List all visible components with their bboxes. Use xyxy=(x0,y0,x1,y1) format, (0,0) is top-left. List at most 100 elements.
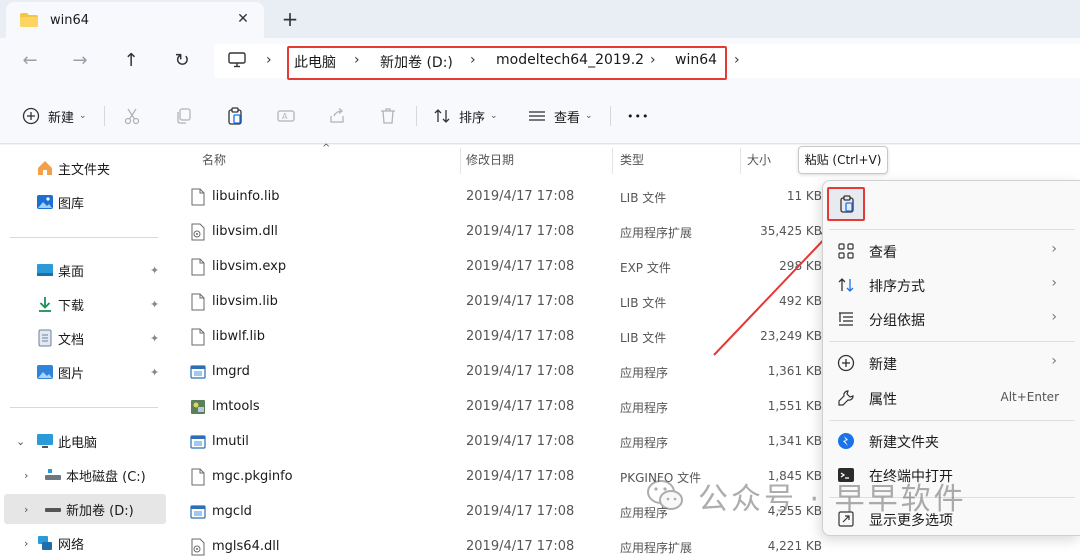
chevron-right-icon[interactable]: › xyxy=(24,469,28,482)
sidebar-item-label: 文档 xyxy=(58,332,85,348)
more-options-button[interactable]: ••• xyxy=(627,104,649,128)
sidebar-item-home[interactable]: 主文件夹 xyxy=(0,153,166,183)
menu-item-group-by[interactable]: 分组依据 › xyxy=(823,303,1080,335)
toolbar-divider xyxy=(610,106,611,126)
sort-ascending-icon: ^ xyxy=(322,143,331,154)
menu-item-properties[interactable]: 属性 Alt+Enter xyxy=(823,382,1080,414)
chevron-right-icon[interactable]: › xyxy=(24,503,28,516)
chevron-right-icon[interactable]: › xyxy=(24,537,28,550)
file-date: 2019/4/17 17:08 xyxy=(466,469,575,484)
table-row[interactable]: libuinfo.lib 2019/4/17 17:08 LIB 文件 11 KB xyxy=(170,179,822,214)
copy-button[interactable] xyxy=(174,104,192,128)
sidebar-item-gallery[interactable]: 图库 xyxy=(0,187,166,217)
share-button[interactable] xyxy=(328,104,346,128)
forward-button[interactable]: → xyxy=(66,48,94,74)
column-header-name[interactable]: 名称 xyxy=(202,151,226,168)
sidebar-item-desktop[interactable]: 桌面 ✦ xyxy=(0,255,166,285)
sidebar-item-label: 主文件夹 xyxy=(58,162,111,178)
plus-circle-icon xyxy=(22,107,40,125)
column-divider[interactable] xyxy=(460,148,461,174)
pin-icon[interactable]: ✦ xyxy=(150,264,159,277)
file-type: 应用程序 xyxy=(620,436,669,450)
monitor-icon[interactable] xyxy=(228,52,246,68)
menu-item-label: 查看 xyxy=(869,245,897,261)
menu-item-view[interactable]: 查看 › xyxy=(823,235,1080,267)
breadcrumb-separator[interactable]: › xyxy=(266,52,272,68)
sidebar-item-pictures[interactable]: 图片 ✦ xyxy=(0,357,166,387)
column-header-type[interactable]: 类型 xyxy=(620,151,644,168)
sidebar-item-drive-d[interactable]: › 新加卷 (D:) xyxy=(4,494,166,524)
view-button[interactable]: 查看 ⌄ xyxy=(528,104,593,128)
column-divider[interactable] xyxy=(612,148,613,174)
sort-icon xyxy=(434,109,450,123)
grid-icon xyxy=(838,243,854,259)
file-icon xyxy=(190,468,206,486)
list-view-icon xyxy=(529,111,545,121)
desktop-icon xyxy=(37,264,53,276)
sidebar-item-network[interactable]: › 网络 xyxy=(0,528,166,556)
new-label: 新建 xyxy=(48,110,75,126)
chevron-down-icon: ⌄ xyxy=(585,111,593,121)
delete-button[interactable] xyxy=(379,104,397,128)
paste-button[interactable] xyxy=(226,104,244,128)
breadcrumb-separator[interactable]: › xyxy=(734,52,740,68)
file-date: 2019/4/17 17:08 xyxy=(466,504,575,519)
new-button[interactable]: 新建 ⌄ xyxy=(22,104,87,128)
table-row[interactable]: lmutil 2019/4/17 17:08 应用程序 1,341 KB xyxy=(170,424,822,459)
address-bar[interactable]: › 此电脑 › 新加卷 (D:) › modeltech64_2019.2 › … xyxy=(214,44,1080,80)
sidebar-item-this-pc[interactable]: ⌄ 此电脑 xyxy=(0,426,166,456)
pin-icon[interactable]: ✦ xyxy=(150,332,159,345)
back-button[interactable]: ← xyxy=(16,48,44,74)
menu-item-sort-by[interactable]: 排序方式 › xyxy=(823,269,1080,301)
view-label: 查看 xyxy=(554,110,581,126)
chevron-down-icon[interactable]: ⌄ xyxy=(16,435,25,448)
file-name: libwlf.lib xyxy=(212,329,265,344)
sidebar-item-drive-c[interactable]: › 本地磁盘 (C:) xyxy=(0,460,166,490)
share-icon xyxy=(330,108,344,123)
new-tab-button[interactable]: + xyxy=(278,8,302,30)
close-tab-icon[interactable]: ✕ xyxy=(234,10,252,28)
drive-icon xyxy=(45,469,61,480)
menu-item-shortcut: Alt+Enter xyxy=(1000,390,1059,404)
file-name: libvsim.exp xyxy=(212,259,287,274)
menu-item-new-folder[interactable]: 新建文件夹 xyxy=(823,425,1080,457)
column-header-date[interactable]: 修改日期 xyxy=(466,151,514,168)
column-divider[interactable] xyxy=(740,148,741,174)
title-bar: win64 ✕ + xyxy=(0,0,1080,38)
tab-win64[interactable]: win64 ✕ xyxy=(6,2,264,38)
download-icon xyxy=(39,297,51,312)
file-date: 2019/4/17 17:08 xyxy=(466,329,575,344)
cut-button[interactable] xyxy=(123,104,141,128)
document-icon xyxy=(38,329,52,347)
file-date: 2019/4/17 17:08 xyxy=(466,294,575,309)
command-bar: 新建 ⌄ A 排序 ⌄ 查看 ⌄ ••• xyxy=(0,84,1080,144)
file-name: mgc.pkginfo xyxy=(212,469,293,484)
chevron-down-icon: ⌄ xyxy=(490,111,498,121)
pin-icon[interactable]: ✦ xyxy=(150,298,159,311)
pin-icon[interactable]: ✦ xyxy=(150,366,159,379)
copy-icon xyxy=(177,108,191,124)
table-row[interactable]: lmtools 2019/4/17 17:08 应用程序 1,551 KB xyxy=(170,389,822,424)
navigation-bar: ← → ↑ ↻ › 此电脑 › 新加卷 (D:) › modeltech64_2… xyxy=(0,38,1080,84)
rename-button[interactable]: A xyxy=(277,104,295,128)
file-name: lmtools xyxy=(212,399,260,414)
home-icon xyxy=(38,161,52,175)
sidebar-item-downloads[interactable]: 下载 ✦ xyxy=(0,289,166,319)
column-header-size[interactable]: 大小 xyxy=(747,151,771,168)
sidebar-item-label: 图片 xyxy=(58,366,85,382)
file-name: lmgrd xyxy=(212,364,250,379)
up-button[interactable]: ↑ xyxy=(117,48,145,74)
sidebar-item-documents[interactable]: 文档 ✦ xyxy=(0,323,166,353)
watermark-text: 公众号 · 早早软件 xyxy=(698,482,967,517)
sidebar-item-label: 网络 xyxy=(58,537,85,553)
rename-icon: A xyxy=(277,110,295,122)
menu-item-new[interactable]: 新建 › xyxy=(823,347,1080,379)
refresh-button[interactable]: ↻ xyxy=(168,48,196,74)
sort-button[interactable]: 排序 ⌄ xyxy=(433,104,498,128)
lmtools-icon xyxy=(190,398,206,416)
exe-icon xyxy=(190,433,206,451)
wrench-icon xyxy=(838,390,854,406)
paste-menu-button[interactable] xyxy=(827,187,865,221)
table-row[interactable]: mgls64.dll 2019/4/17 17:08 应用程序扩展 4,221 KB xyxy=(170,529,822,556)
picture-icon xyxy=(37,365,53,379)
